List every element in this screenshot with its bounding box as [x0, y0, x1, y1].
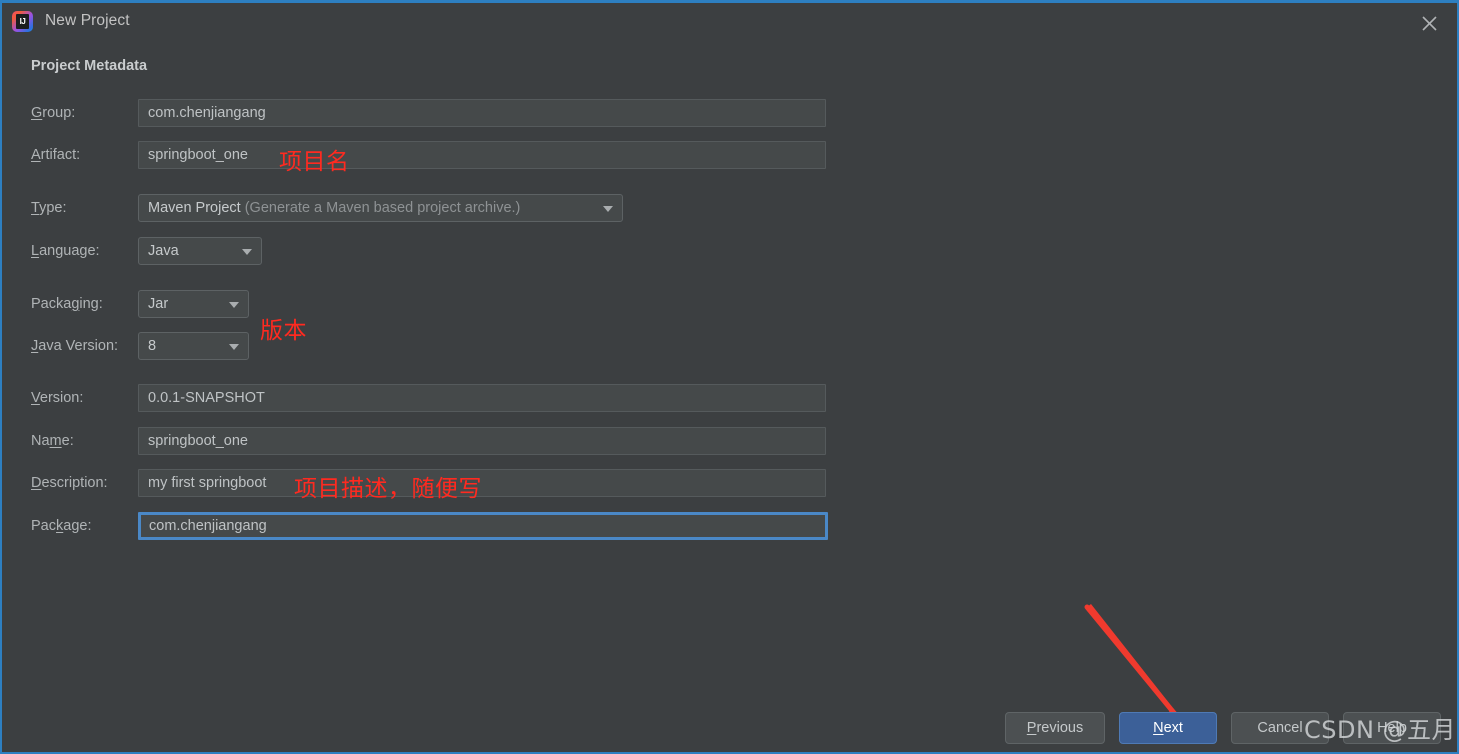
intellij-idea-icon: IJ	[12, 11, 33, 32]
type-label: Type:	[31, 194, 66, 222]
page-title: New Project	[45, 12, 130, 30]
previous-button[interactable]: Previous	[1005, 712, 1105, 744]
annotation-version: 版本	[260, 311, 307, 345]
java-version-label: Java Version:	[31, 332, 118, 360]
type-select-hint: (Generate a Maven based project archive.…	[245, 200, 521, 216]
chevron-down-icon	[229, 344, 239, 350]
next-button[interactable]: Next	[1119, 712, 1217, 744]
artifact-label: Artifact:	[31, 141, 80, 169]
version-input[interactable]: 0.0.1-SNAPSHOT	[138, 384, 826, 412]
description-input[interactable]: my first springboot	[138, 469, 826, 497]
description-label: Description:	[31, 469, 108, 497]
packaging-label: Packaging:	[31, 290, 103, 318]
chevron-down-icon	[603, 206, 613, 212]
chevron-down-icon	[229, 302, 239, 308]
chevron-down-icon	[242, 249, 252, 255]
close-icon[interactable]	[1415, 11, 1443, 35]
dialog-title-bar: IJ New Project	[2, 3, 1457, 39]
packaging-select[interactable]: Jar	[138, 290, 249, 318]
type-select[interactable]: Maven Project (Generate a Maven based pr…	[138, 194, 623, 222]
type-select-value: Maven Project	[148, 200, 241, 216]
name-input[interactable]: springboot_one	[138, 427, 826, 455]
dialog-content: Project Metadata Group: com.chenjiangang…	[2, 39, 1457, 754]
java-version-select-value: 8	[148, 338, 156, 354]
package-label: Package:	[31, 512, 91, 540]
group-label: Group:	[31, 99, 75, 127]
packaging-select-value: Jar	[148, 296, 168, 312]
section-heading: Project Metadata	[31, 58, 147, 74]
watermark: CSDN @五月CG	[1304, 710, 1459, 745]
language-select-value: Java	[148, 243, 179, 259]
annotation-artifact: 项目名	[279, 142, 350, 176]
package-input[interactable]: com.chenjiangang	[138, 512, 828, 540]
annotation-description: 项目描述，随便写	[294, 469, 482, 503]
version-label: Version:	[31, 384, 83, 412]
name-label: Name:	[31, 427, 74, 455]
java-version-select[interactable]: 8	[138, 332, 249, 360]
language-label: Language:	[31, 237, 100, 265]
group-input[interactable]: com.chenjiangang	[138, 99, 826, 127]
artifact-input[interactable]: springboot_one	[138, 141, 826, 169]
language-select[interactable]: Java	[138, 237, 262, 265]
new-project-dialog: IJ New Project Project Metadata Group: c…	[0, 0, 1459, 754]
